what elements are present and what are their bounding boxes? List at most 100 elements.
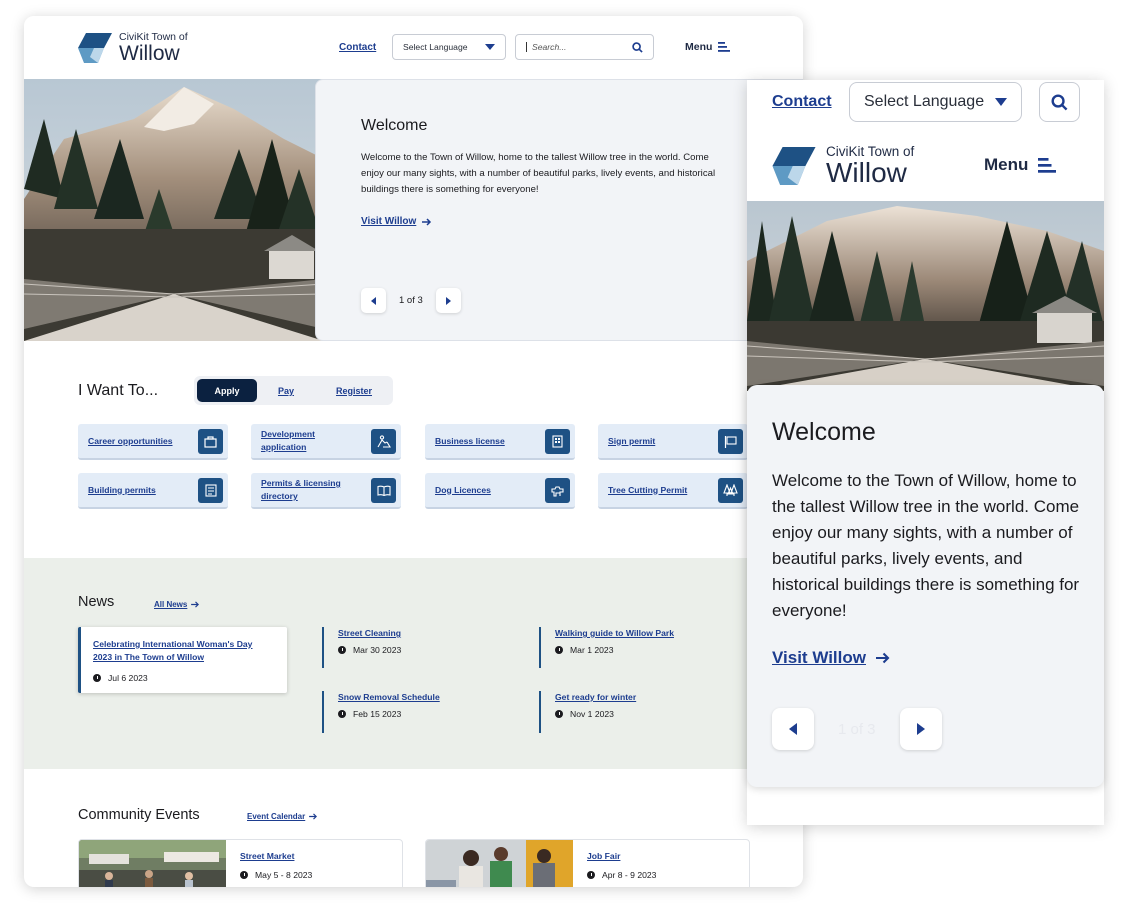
menu-label: Menu: [984, 155, 1029, 174]
mobile-welcome-card: Welcome Welcome to the Town of Willow, h…: [747, 385, 1104, 787]
news-item-title[interactable]: Walking guide to Willow Park: [555, 627, 674, 640]
language-select[interactable]: Select Language: [392, 34, 506, 60]
event-calendar-label: Event Calendar: [247, 812, 306, 821]
welcome-body: Welcome to the Town of Willow, home to t…: [772, 471, 1080, 620]
event-image: [426, 840, 573, 887]
site-logo[interactable]: CiviKit Town of Willow: [78, 32, 188, 64]
visit-willow-link[interactable]: Visit Willow: [772, 648, 891, 668]
tile-label: Business license: [435, 435, 505, 446]
tile-development-application[interactable]: Development application: [251, 424, 401, 460]
news-item-title[interactable]: Snow Removal Schedule: [338, 691, 440, 704]
logo-mark-icon: [78, 32, 112, 63]
arrow-right-icon: [191, 601, 200, 608]
event-date: May 5 - 8 2023: [255, 870, 313, 880]
news-item[interactable]: Street Cleaning Mar 30 2023: [322, 627, 401, 668]
hero-image: [24, 79, 324, 341]
tab-apply[interactable]: Apply: [197, 379, 257, 402]
clock-icon: [587, 871, 595, 879]
welcome-title: Welcome: [361, 117, 428, 134]
mobile-site-logo[interactable]: CiviKit Town of Willow: [772, 145, 914, 187]
mobile-contact-link[interactable]: Contact: [772, 93, 832, 111]
search-placeholder: Search...: [526, 42, 566, 52]
tile-label: Career opportunities: [88, 435, 173, 446]
next-slide-button[interactable]: [899, 708, 942, 750]
building-icon: [545, 429, 570, 454]
event-date: Apr 8 - 9 2023: [602, 870, 657, 880]
arrow-right-icon: [309, 813, 318, 820]
tab-pay[interactable]: Pay: [266, 379, 306, 402]
news-item[interactable]: Snow Removal Schedule Feb 15 2023: [322, 691, 440, 733]
tile-business-license[interactable]: Business license: [425, 424, 575, 460]
menu-label: Menu: [685, 41, 713, 53]
tile-permits-licensing-directory[interactable]: Permits & licensing directory: [251, 473, 401, 509]
tile-tree-cutting-permit[interactable]: Tree Cutting Permit: [598, 473, 748, 509]
search-icon: [632, 41, 643, 53]
tile-building-permits[interactable]: Building permits: [78, 473, 228, 509]
news-item-title[interactable]: Get ready for winter: [555, 691, 636, 704]
visit-willow-link[interactable]: Visit Willow: [361, 216, 432, 227]
tile-label: Dog Licences: [435, 484, 491, 495]
iwant-title: I Want To...: [78, 382, 159, 399]
tile-career-opportunities[interactable]: Career opportunities: [78, 424, 228, 460]
previous-slide-button[interactable]: [772, 708, 814, 750]
featured-news-card[interactable]: Celebrating International Woman's Day 20…: [78, 627, 287, 693]
site-header: CiviKit Town of Willow Contact Select La…: [24, 16, 803, 79]
trees-icon: [718, 478, 743, 503]
news-item-date: Mar 30 2023: [353, 645, 402, 655]
event-card[interactable]: Street Market May 5 - 8 2023: [78, 839, 403, 887]
news-section: News All News Celebrating International …: [24, 558, 803, 769]
contact-link[interactable]: Contact: [339, 42, 376, 53]
news-item[interactable]: Get ready for winter Nov 1 2023: [539, 691, 636, 733]
hamburger-icon: [1038, 157, 1057, 173]
chevron-right-icon: [445, 296, 451, 305]
clock-icon: [240, 871, 248, 879]
event-card[interactable]: Job Fair Apr 8 - 9 2023: [425, 839, 750, 887]
menu-button[interactable]: Menu: [685, 41, 731, 53]
desktop-preview: CiviKit Town of Willow Contact Select La…: [24, 16, 803, 887]
tile-label: Building permits: [88, 484, 156, 495]
news-item[interactable]: Walking guide to Willow Park Mar 1 2023: [539, 627, 674, 668]
all-news-link[interactable]: All News: [154, 600, 200, 609]
news-item-title[interactable]: Street Cleaning: [338, 627, 401, 640]
arrow-right-icon: [876, 652, 890, 664]
news-item-date: Jul 6 2023: [108, 673, 148, 683]
tile-label: Tree Cutting Permit: [608, 484, 688, 495]
tab-register[interactable]: Register: [329, 379, 379, 402]
mobile-hero-image: [747, 201, 1104, 391]
event-title[interactable]: Street Market: [240, 851, 294, 861]
clock-icon: [555, 710, 563, 718]
welcome-title: Welcome: [772, 418, 876, 446]
permit-icon: [198, 478, 223, 503]
visit-willow-label: Visit Willow: [361, 216, 417, 227]
next-slide-button[interactable]: [435, 288, 461, 313]
news-item-title[interactable]: Celebrating International Woman's Day 20…: [93, 638, 273, 664]
language-select-value: Select Language: [864, 93, 985, 110]
chevron-right-icon: [916, 723, 925, 735]
clock-icon: [555, 646, 563, 654]
event-title[interactable]: Job Fair: [587, 851, 620, 861]
welcome-card: Welcome Welcome to the Town of Willow, h…: [315, 79, 803, 341]
logo-small-text: CiviKit Town of: [119, 31, 188, 43]
news-item-date: Mar 1 2023: [570, 645, 614, 655]
dog-icon: [545, 478, 570, 503]
arrow-right-icon: [422, 217, 432, 226]
construction-icon: [371, 429, 396, 454]
mobile-language-select[interactable]: Select Language: [849, 82, 1022, 122]
previous-slide-button[interactable]: [361, 288, 386, 313]
event-calendar-link[interactable]: Event Calendar: [247, 812, 318, 821]
language-select-value: Select Language: [403, 42, 468, 52]
logo-name-text: Willow: [826, 156, 907, 188]
tile-dog-licences[interactable]: Dog Licences: [425, 473, 575, 509]
mobile-search-button[interactable]: [1039, 82, 1080, 122]
logo-mark-icon: [772, 146, 816, 185]
mobile-menu-button[interactable]: Menu: [984, 155, 1057, 175]
search-icon: [1051, 93, 1068, 110]
chevron-down-icon: [995, 98, 1007, 106]
search-input[interactable]: Search...: [515, 34, 654, 60]
tile-sign-permit[interactable]: Sign permit: [598, 424, 748, 460]
event-image: [79, 840, 226, 887]
events-title: Community Events: [78, 807, 200, 823]
hero-pager: 1 of 3: [361, 288, 461, 313]
chevron-left-icon: [371, 296, 376, 305]
clock-icon: [338, 710, 346, 718]
